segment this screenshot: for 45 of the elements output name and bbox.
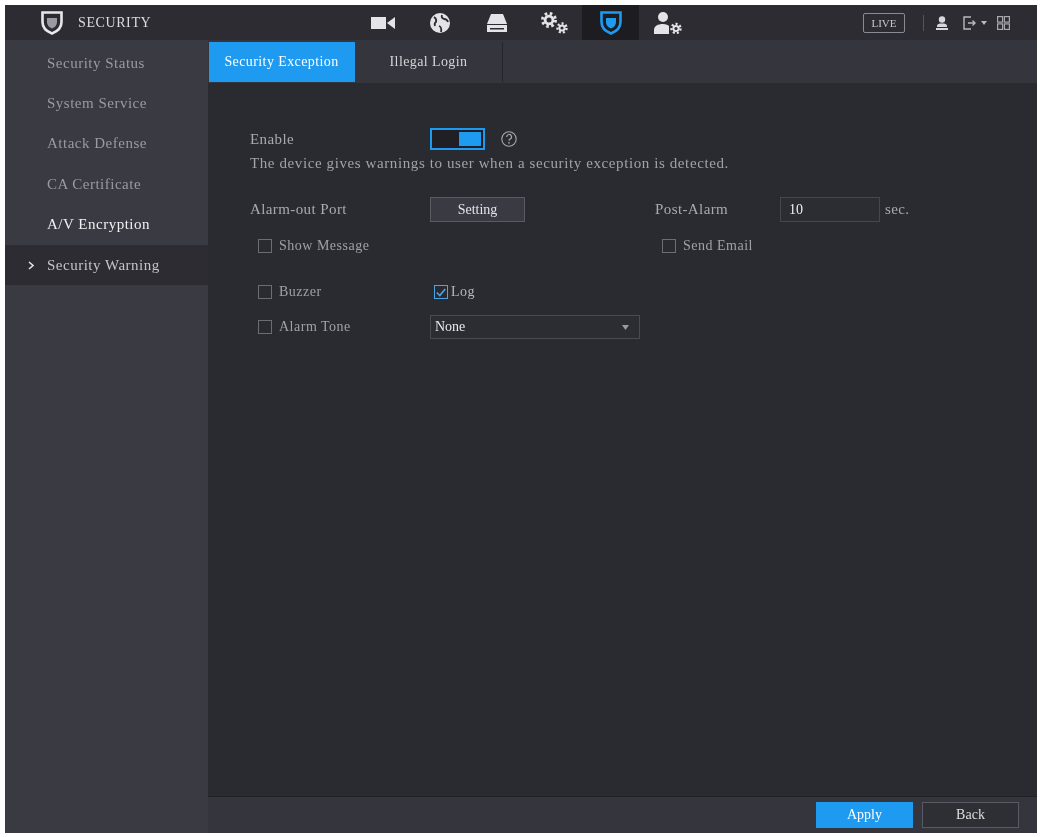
- caret-icon: [622, 324, 629, 330]
- user-gear-icon[interactable]: [652, 10, 683, 35]
- sidebar-item[interactable]: A/V Encryption: [5, 204, 208, 245]
- check-icon: [436, 287, 446, 297]
- caret-icon[interactable]: [981, 20, 987, 25]
- checkbox-label: Buzzer: [279, 284, 322, 300]
- sidebar-item[interactable]: Attack Defense: [5, 123, 208, 165]
- hard-drive-icon[interactable]: [485, 12, 508, 33]
- live-button[interactable]: LIVE: [863, 12, 905, 33]
- post-alarm-input[interactable]: 10: [780, 197, 880, 222]
- video-camera-icon[interactable]: [370, 15, 395, 30]
- logout-icon[interactable]: [963, 15, 977, 30]
- grid-icon[interactable]: [997, 15, 1010, 30]
- help-icon[interactable]: [501, 131, 517, 147]
- description-text: The device gives warnings to user when a security exception is detected.: [250, 155, 730, 172]
- checkbox[interactable]: [258, 239, 272, 253]
- checkbox[interactable]: [258, 285, 272, 299]
- sidebar-item[interactable]: CA Certificate: [5, 164, 208, 205]
- sidebar-item[interactable]: System Service: [5, 83, 208, 124]
- sidebar-item[interactable]: Security Status: [5, 43, 208, 84]
- setting-button[interactable]: Setting: [430, 197, 525, 222]
- chevron-right-icon: [28, 260, 34, 270]
- shield-icon: [40, 9, 64, 36]
- field-label: Enable: [250, 130, 296, 148]
- sidebar-item[interactable]: Security Warning: [5, 244, 208, 286]
- unit-label: sec.: [885, 201, 911, 218]
- field-label: Post-Alarm: [655, 201, 730, 218]
- field-label: Alarm-out Port: [250, 201, 348, 218]
- shield-icon[interactable]: [598, 9, 623, 36]
- user-icon[interactable]: [936, 15, 948, 30]
- checkbox[interactable]: [258, 320, 272, 334]
- enable-toggle[interactable]: [430, 128, 485, 150]
- globe-icon[interactable]: [428, 11, 451, 34]
- checkbox[interactable]: [662, 239, 676, 253]
- alarm-tone-dropdown[interactable]: None: [430, 315, 640, 339]
- page-title: SECURITY: [78, 14, 152, 31]
- checkbox-label: Send Email: [683, 238, 753, 254]
- checkbox-label: Alarm Tone: [279, 319, 351, 335]
- checkbox-label: Show Message: [279, 238, 370, 254]
- gears-icon[interactable]: [538, 10, 569, 35]
- checkbox-label: Log: [451, 284, 476, 300]
- back-button[interactable]: Back: [922, 802, 1019, 828]
- checkbox[interactable]: [434, 285, 448, 299]
- tab[interactable]: Illegal Login: [355, 42, 503, 82]
- main-menu-tab[interactable]: [582, 5, 639, 40]
